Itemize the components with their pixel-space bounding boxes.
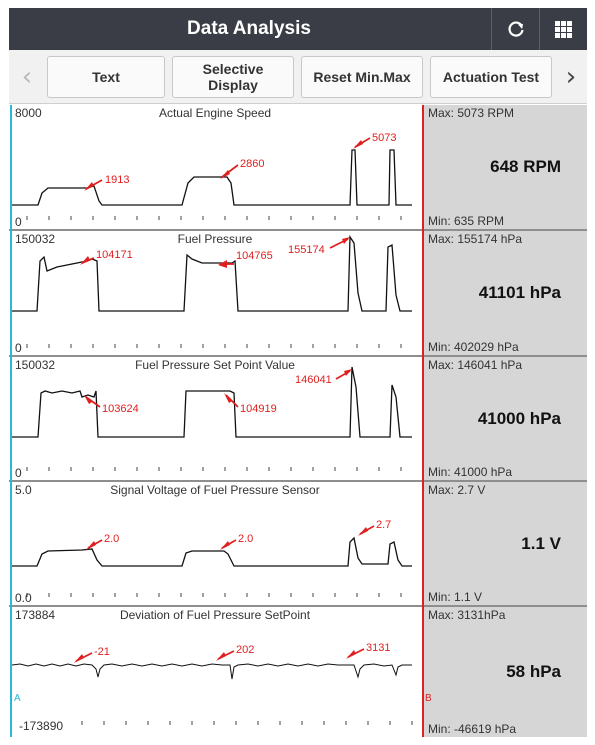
y-axis-min: 0: [15, 341, 22, 355]
annotation-label: 104919: [240, 403, 277, 415]
max-value: Max: 2.7 V: [428, 483, 486, 497]
cursor-a-label: A: [14, 693, 21, 704]
scroll-left-button[interactable]: ‹: [13, 50, 41, 104]
cursor-b-label: B: [425, 693, 432, 704]
min-value: Min: 1.1 V: [428, 590, 483, 604]
graph-panel-signal-voltage: 2.0 2.0 2.7 5.0 0.0 Signal Voltage of Fu…: [9, 482, 587, 605]
graph-title: Fuel Pressure Set Point Value: [135, 358, 295, 372]
value-panel: Max: 3131hPa 58 hPa Min: -46619 hPa: [424, 607, 587, 737]
annotation-label: 146041: [295, 374, 332, 386]
page-title: Data Analysis: [187, 18, 311, 39]
toolbar: ‹ Text Selective Display Reset Min.Max A…: [9, 50, 587, 104]
current-value: 648 RPM: [490, 157, 561, 176]
y-axis-min: 0.0: [15, 591, 32, 605]
annotation-label: 104765: [236, 250, 273, 262]
plot-area[interactable]: 104171 104765 155174: [12, 231, 422, 355]
plot-area[interactable]: 2.0 2.0 2.7: [12, 482, 422, 605]
annotation-label: 2.0: [104, 533, 119, 545]
value-panel: Max: 146041 hPa 41000 hPa Min: 41000 hPa: [424, 357, 587, 480]
max-value: Max: 5073 RPM: [428, 106, 515, 120]
max-value: Max: 3131hPa: [428, 608, 506, 622]
max-value: Max: 155174 hPa: [428, 232, 523, 246]
cursor-b-line[interactable]: [422, 105, 424, 737]
scroll-right-button[interactable]: ›: [557, 50, 585, 104]
text-button[interactable]: Text: [47, 56, 165, 98]
current-value: 58 hPa: [506, 662, 561, 681]
cursor-a-line[interactable]: [10, 105, 12, 737]
graph-panel-deviation: -21 202 3131 173884 -173890 Deviation of…: [9, 607, 587, 737]
annotation-label: 3131: [366, 642, 390, 654]
min-value: Min: 635 RPM: [428, 214, 505, 228]
annotation-label: 202: [236, 644, 254, 656]
graph-title: Signal Voltage of Fuel Pressure Sensor: [110, 483, 320, 497]
graph-panel-fuel-pressure: 104171 104765 155174 150032 0 Fuel Press…: [9, 231, 587, 355]
annotation-label: -21: [94, 646, 110, 658]
annotation-label: 104171: [96, 249, 133, 261]
y-axis-min: 0: [15, 215, 22, 229]
annotation-label: 5073: [372, 132, 396, 144]
graph-title: Actual Engine Speed: [158, 106, 272, 120]
value-panel: Max: 2.7 V 1.1 V Min: 1.1 V: [424, 482, 587, 605]
current-value: 41000 hPa: [477, 408, 561, 428]
grid-menu-button[interactable]: [539, 8, 587, 50]
annotation-label: 2860: [240, 158, 264, 170]
graph-panel-engine-speed: 1913 2860 5073 8000 0 Actual Engine Spee…: [9, 105, 587, 229]
value-panel: Max: 155174 hPa 41101 hPa Min: 402029 hP…: [424, 231, 587, 355]
plot-area[interactable]: 1913 2860 5073: [12, 105, 422, 229]
selective-display-label: Selective Display: [202, 61, 264, 93]
max-value: Max: 146041 hPa: [428, 358, 523, 372]
refresh-icon: [507, 21, 524, 37]
min-value: Min: 402029 hPa: [428, 340, 519, 354]
grid-icon: [555, 20, 572, 38]
current-value: 41101 hPa: [478, 283, 561, 302]
annotation-label: 1913: [105, 174, 129, 186]
reset-min-max-button[interactable]: Reset Min.Max: [301, 56, 423, 98]
graph-title: Deviation of Fuel Pressure SetPoint: [119, 608, 311, 622]
refresh-button[interactable]: [491, 8, 539, 50]
title-bar: Data Analysis: [9, 8, 587, 50]
y-axis-min: -173890: [19, 719, 64, 733]
y-axis-min: 0: [15, 466, 22, 480]
annotation-label: 103624: [102, 403, 139, 415]
plot-area[interactable]: -21 202 3131: [12, 607, 422, 737]
selective-display-button[interactable]: Selective Display: [172, 56, 294, 98]
graph-panel-fuel-pressure-setpoint: 103624 104919 146041 150032 0 Fuel Press…: [9, 357, 587, 480]
min-value: Min: 41000 hPa: [428, 465, 513, 479]
min-value: Min: -46619 hPa: [428, 722, 517, 736]
plot-area[interactable]: 103624 104919 146041: [12, 357, 422, 480]
annotation-label: 2.7: [376, 519, 391, 531]
actuation-test-button[interactable]: Actuation Test: [430, 56, 552, 98]
current-value: 1.1 V: [521, 533, 561, 553]
graph-title: Fuel Pressure: [177, 232, 253, 246]
value-panel: Max: 5073 RPM 648 RPM Min: 635 RPM: [424, 105, 587, 229]
annotation-label: 2.0: [238, 533, 253, 545]
